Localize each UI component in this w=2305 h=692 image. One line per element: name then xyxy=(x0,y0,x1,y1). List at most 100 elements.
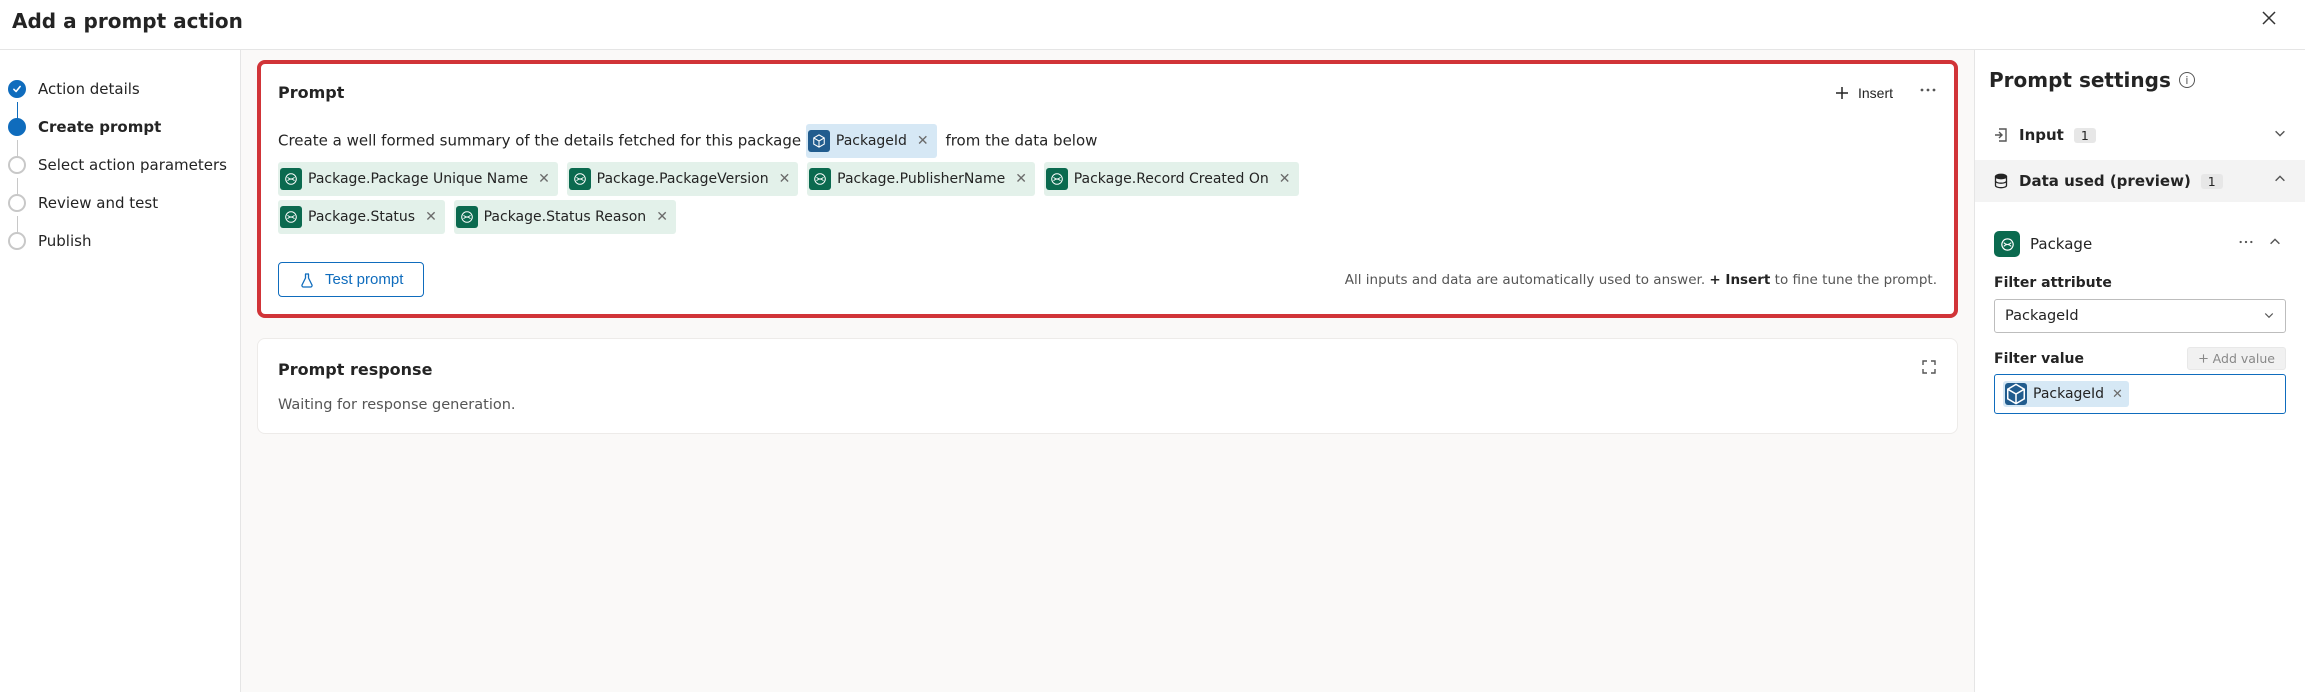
dialog-title: Add a prompt action xyxy=(12,9,243,33)
remove-token-button[interactable]: ✕ xyxy=(917,126,929,156)
settings-title: Prompt settings xyxy=(1989,68,2171,92)
beaker-icon xyxy=(299,272,315,288)
entity-more-button[interactable] xyxy=(2238,234,2254,254)
database-icon xyxy=(1993,173,2009,189)
data-used-accordion[interactable]: Data used (preview) 1 xyxy=(1975,160,2305,202)
step-label: Select action parameters xyxy=(38,156,227,174)
chevron-down-icon xyxy=(2263,309,2275,324)
entity-icon xyxy=(1046,168,1068,190)
wizard-steps: Action details Create prompt Select acti… xyxy=(0,50,240,692)
input-icon xyxy=(1993,127,2009,143)
entity-collapse-button[interactable] xyxy=(2268,235,2282,253)
entity-icon xyxy=(569,168,591,190)
settings-title-row: Prompt settings i xyxy=(1989,68,2291,92)
token-label: Package.PackageVersion xyxy=(597,164,769,194)
step-action-details[interactable]: Action details xyxy=(8,70,232,108)
token-publisher-name[interactable]: Package.PublisherName ✕ xyxy=(807,162,1035,196)
step-select-action-parameters[interactable]: Select action parameters xyxy=(8,146,232,184)
add-value-button[interactable]: Add value xyxy=(2187,347,2286,370)
data-used-label: Data used (preview) xyxy=(2019,172,2191,190)
token-packageid-inline[interactable]: PackageId ✕ xyxy=(806,124,937,158)
close-button[interactable] xyxy=(2253,6,2285,35)
remove-token-button[interactable]: ✕ xyxy=(779,164,791,194)
response-title: Prompt response xyxy=(278,360,432,379)
step-label: Publish xyxy=(38,232,91,250)
prompt-response-card: Prompt response Waiting for response gen… xyxy=(257,338,1958,434)
remove-token-button[interactable]: ✕ xyxy=(538,164,550,194)
dot-icon xyxy=(8,156,26,174)
chevron-up-icon xyxy=(2268,235,2282,249)
dot-icon xyxy=(8,194,26,212)
prompt-card-title: Prompt xyxy=(278,83,344,102)
info-icon[interactable]: i xyxy=(2179,72,2195,88)
token-package-version[interactable]: Package.PackageVersion ✕ xyxy=(567,162,799,196)
response-message: Waiting for response generation. xyxy=(278,397,1937,413)
data-used-count-badge: 1 xyxy=(2201,174,2223,189)
more-actions-button[interactable] xyxy=(1919,81,1937,104)
input-count-badge: 1 xyxy=(2074,128,2096,143)
close-icon xyxy=(2261,10,2277,26)
prompt-text-before: Create a well formed summary of the deta… xyxy=(278,132,801,150)
entity-icon xyxy=(280,206,302,228)
step-create-prompt[interactable]: Create prompt xyxy=(8,108,232,146)
insert-button[interactable]: Insert xyxy=(1828,84,1899,102)
entity-icon xyxy=(808,130,830,152)
filter-attribute-value: PackageId xyxy=(2005,308,2079,324)
more-icon xyxy=(1919,81,1937,99)
token-label: PackageId xyxy=(836,126,907,156)
token-label: Package.Record Created On xyxy=(1074,164,1269,194)
data-entity-card: Package Filter attribute PackageId xyxy=(1989,218,2291,415)
token-package-unique-name[interactable]: Package.Package Unique Name ✕ xyxy=(278,162,558,196)
filter-attribute-select[interactable]: PackageId xyxy=(1994,299,2286,333)
token-label: Package.Status Reason xyxy=(484,202,647,232)
token-status-reason[interactable]: Package.Status Reason ✕ xyxy=(454,200,676,234)
entity-name: Package xyxy=(2030,235,2092,253)
step-publish[interactable]: Publish xyxy=(8,222,232,260)
plus-icon xyxy=(2198,353,2209,364)
entity-square-icon xyxy=(1994,231,2020,257)
helper-bold: + Insert xyxy=(1709,272,1770,288)
dot-icon xyxy=(8,118,26,136)
prompt-card: Prompt Insert Create a well formed summa… xyxy=(257,60,1958,318)
step-label: Review and test xyxy=(38,194,158,212)
prompt-content[interactable]: Create a well formed summary of the deta… xyxy=(278,122,1937,236)
prompt-settings-panel: Prompt settings i Input 1 Data used (pre… xyxy=(1975,50,2305,692)
insert-label: Insert xyxy=(1858,85,1893,101)
filter-value-chip[interactable]: PackageId ✕ xyxy=(2003,381,2129,407)
test-prompt-button[interactable]: Test prompt xyxy=(278,262,424,297)
helper-suffix: to fine tune the prompt. xyxy=(1770,272,1937,288)
chevron-up-icon xyxy=(2273,172,2287,190)
filter-value-chip-label: PackageId xyxy=(2033,386,2104,402)
expand-icon xyxy=(1921,359,1937,375)
token-status[interactable]: Package.Status ✕ xyxy=(278,200,445,234)
dot-icon xyxy=(8,232,26,250)
prompt-helper-text: All inputs and data are automatically us… xyxy=(1345,272,1937,288)
filter-value-label: Filter value xyxy=(1994,351,2084,367)
chevron-down-icon xyxy=(2273,126,2287,144)
expand-button[interactable] xyxy=(1921,359,1937,379)
step-label: Action details xyxy=(38,80,140,98)
input-accordion[interactable]: Input 1 xyxy=(1989,114,2291,156)
more-icon xyxy=(2238,234,2254,250)
plus-icon xyxy=(1834,85,1850,101)
dialog-header: Add a prompt action xyxy=(0,0,2305,50)
filter-value-input[interactable]: PackageId ✕ xyxy=(1994,374,2286,414)
step-label: Create prompt xyxy=(38,118,161,136)
add-value-label: Add value xyxy=(2213,351,2275,366)
remove-token-button[interactable]: ✕ xyxy=(656,202,668,232)
entity-icon xyxy=(280,168,302,190)
helper-prefix: All inputs and data are automatically us… xyxy=(1345,272,1710,288)
token-label: Package.Package Unique Name xyxy=(308,164,528,194)
remove-token-button[interactable]: ✕ xyxy=(425,202,437,232)
remove-token-button[interactable]: ✕ xyxy=(1279,164,1291,194)
main-area: Prompt Insert Create a well formed summa… xyxy=(240,50,1975,692)
entity-icon xyxy=(809,168,831,190)
step-review-and-test[interactable]: Review and test xyxy=(8,184,232,222)
remove-token-button[interactable]: ✕ xyxy=(1015,164,1027,194)
input-label: Input xyxy=(2019,126,2064,144)
check-icon xyxy=(8,80,26,98)
token-record-created-on[interactable]: Package.Record Created On ✕ xyxy=(1044,162,1299,196)
token-label: Package.Status xyxy=(308,202,415,232)
remove-filter-value-button[interactable]: ✕ xyxy=(2112,387,2123,402)
token-label: Package.PublisherName xyxy=(837,164,1005,194)
